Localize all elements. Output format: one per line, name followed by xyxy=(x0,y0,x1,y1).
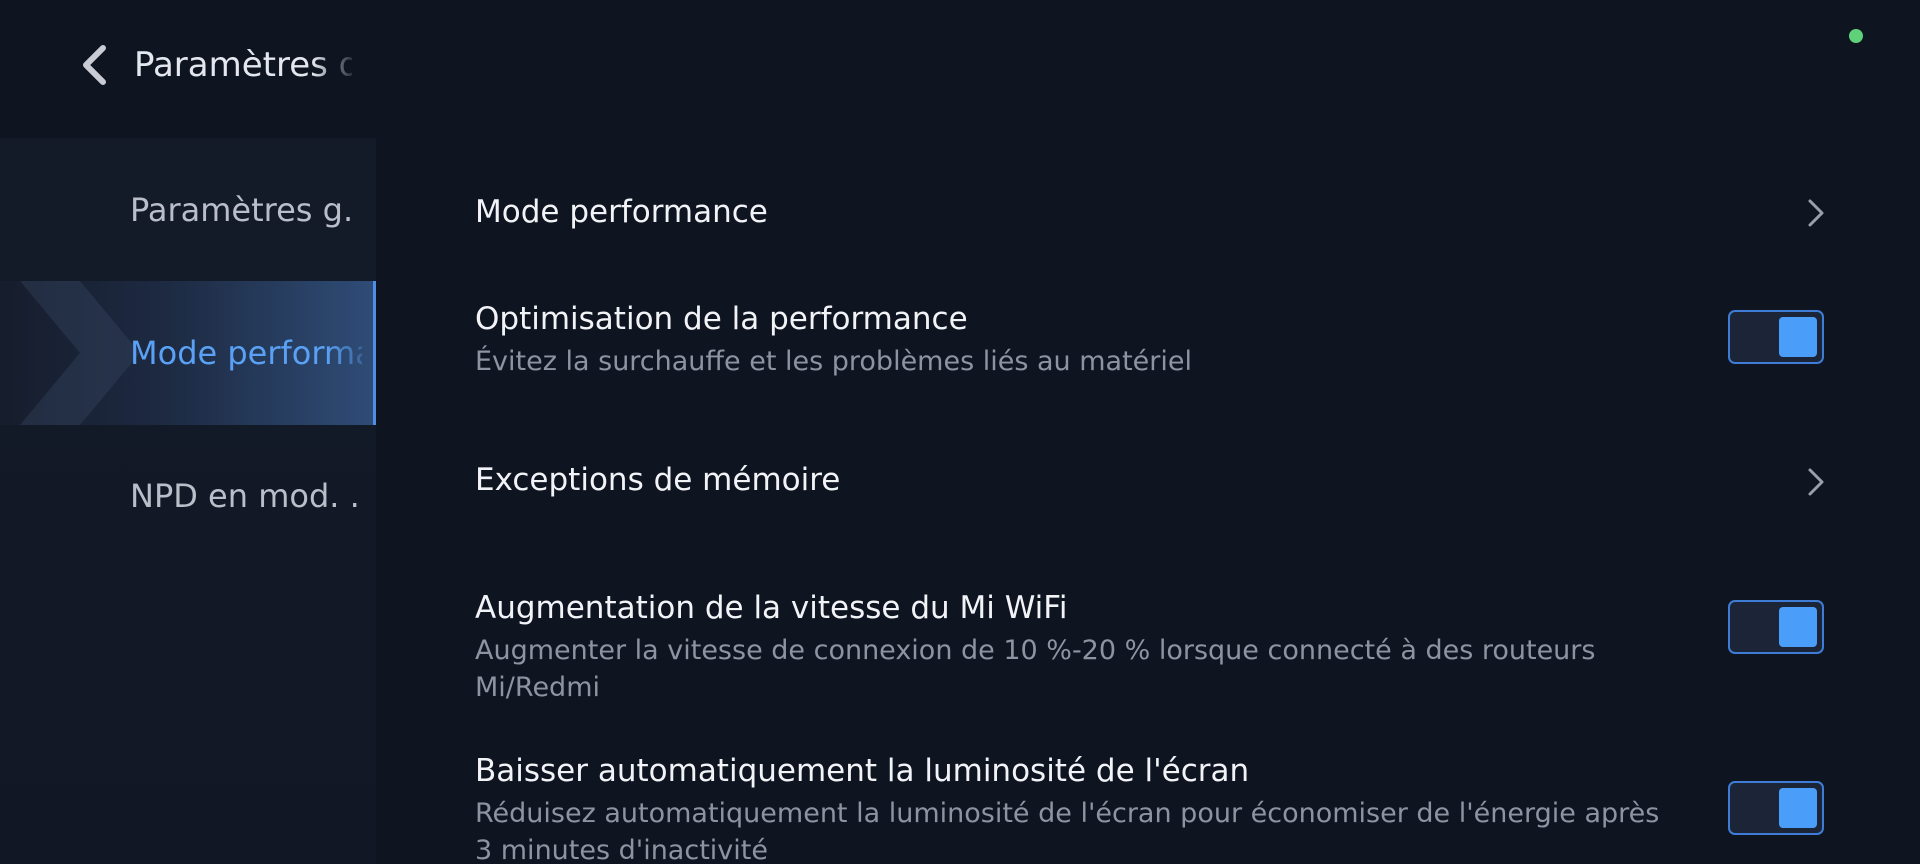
setting-row-performance-optimization: Optimisation de la performance Évitez la… xyxy=(376,285,1920,405)
setting-row-performance-mode[interactable]: Mode performance xyxy=(376,160,1920,270)
setting-row-mi-wifi-speed: Augmentation de la vitesse du Mi WiFi Au… xyxy=(376,574,1920,703)
mi-wifi-speed-toggle[interactable] xyxy=(1728,600,1824,654)
setting-title: Augmentation de la vitesse du Mi WiFi xyxy=(475,590,1068,626)
setting-row-auto-brightness: Baisser automatiquement la luminosité de… xyxy=(376,737,1920,864)
setting-title: Baisser automatiquement la luminosité de… xyxy=(475,753,1250,789)
chevron-right-icon xyxy=(1801,193,1831,233)
page-title: Paramètres d xyxy=(134,45,352,85)
toggle-knob xyxy=(1779,788,1817,828)
setting-title: Exceptions de mémoire xyxy=(475,462,841,498)
auto-brightness-toggle[interactable] xyxy=(1728,781,1824,835)
sidebar-item-label: Paramètres g. . xyxy=(130,191,362,229)
chevron-decoration-icon xyxy=(20,281,140,425)
sidebar-item-npd-mode[interactable]: NPD en mod. . xyxy=(0,424,376,568)
sidebar-item-general-settings[interactable]: Paramètres g. . xyxy=(0,138,376,282)
sidebar-item-label: NPD en mod. . xyxy=(130,477,360,515)
toggle-knob xyxy=(1779,317,1817,357)
setting-description: Réduisez automatiquement la luminosité d… xyxy=(475,798,1660,864)
setting-title: Mode performance xyxy=(475,194,768,230)
setting-row-memory-exceptions[interactable]: Exceptions de mémoire xyxy=(376,440,1920,550)
chevron-right-icon xyxy=(1801,462,1831,502)
status-indicator xyxy=(1849,29,1863,43)
setting-description: Évitez la surchauffe et les problèmes li… xyxy=(475,346,1193,377)
back-button[interactable] xyxy=(72,40,116,90)
settings-list: Mode performance Optimisation de la perf… xyxy=(376,130,1920,864)
chevron-left-icon xyxy=(83,45,106,85)
sidebar-item-label: Mode performa xyxy=(130,334,362,372)
setting-title: Optimisation de la performance xyxy=(475,301,968,337)
performance-optimization-toggle[interactable] xyxy=(1728,310,1824,364)
header: Paramètres d xyxy=(0,0,376,130)
sidebar-item-performance-mode[interactable]: Mode performa xyxy=(0,281,376,425)
setting-description: Augmenter la vitesse de connexion de 10 … xyxy=(475,635,1596,703)
toggle-knob xyxy=(1779,607,1817,647)
settings-page: Paramètres d Paramètres g. . Mode perfor… xyxy=(0,0,1920,864)
sidebar: Paramètres g. . Mode performa NPD en mod… xyxy=(0,138,376,864)
